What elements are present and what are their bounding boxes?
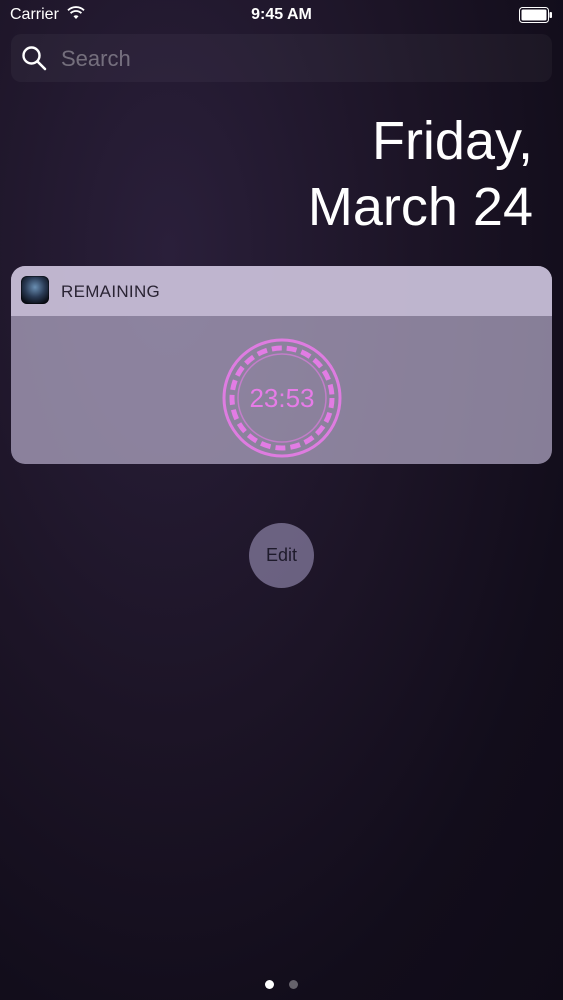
- status-time: 9:45 AM: [251, 6, 312, 23]
- timer-value: 23:53: [249, 383, 315, 413]
- status-bar: Carrier 9:45 AM: [0, 0, 563, 30]
- widget-title: REMAINING: [61, 282, 161, 301]
- search-icon: [22, 46, 47, 71]
- edit-button[interactable]: Edit: [249, 523, 314, 588]
- search-placeholder[interactable]: Search: [61, 46, 131, 72]
- date-display: Friday, March 24: [308, 108, 533, 240]
- search-bar[interactable]: Search: [11, 34, 552, 82]
- page-dot-2[interactable]: [288, 980, 298, 989]
- page-indicator: [0, 976, 563, 994]
- app-icon: [21, 276, 49, 304]
- date-month-day: March 24: [307, 177, 533, 237]
- date-weekday: Friday,: [371, 111, 533, 171]
- battery-icon: [519, 7, 552, 23]
- page-dot-1: [265, 980, 275, 989]
- remaining-widget[interactable]: REMAINING 23:53: [11, 266, 552, 464]
- widget-header[interactable]: REMAINING: [11, 266, 552, 316]
